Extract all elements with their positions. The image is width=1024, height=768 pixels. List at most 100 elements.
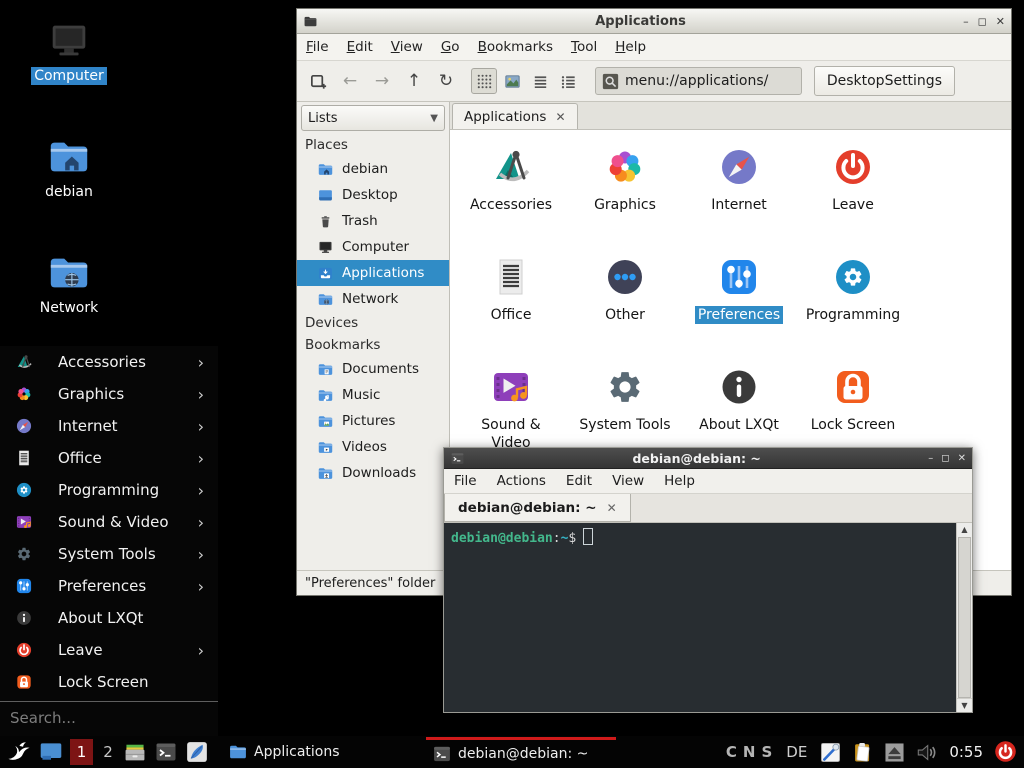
compact-view-button[interactable] [555, 68, 581, 94]
screenshot-icon[interactable] [819, 741, 842, 764]
scroll-down-icon[interactable]: ▼ [957, 698, 972, 712]
sidebar-item-pictures[interactable]: Pictures [297, 408, 449, 434]
app-category-preferences[interactable]: Preferences [682, 253, 796, 356]
menu-item-internet[interactable]: Internet› [0, 410, 218, 442]
menubar-item-tool[interactable]: Tool [562, 39, 606, 55]
app-category-programming[interactable]: Programming [796, 253, 910, 356]
quick-launch [123, 740, 209, 764]
task-button-debian-debian[interactable]: debian@debian: ~ [426, 737, 616, 768]
menu-item-programming[interactable]: Programming› [0, 474, 218, 506]
maximize-icon[interactable]: ◻ [941, 453, 949, 464]
sidebar-item-desktop[interactable]: Desktop [297, 182, 449, 208]
sidebar-item-applications[interactable]: Applications [297, 260, 449, 286]
desktop-icon-computer[interactable]: Computer [22, 18, 116, 85]
sidebar-item-computer[interactable]: Computer [297, 234, 449, 260]
close-icon[interactable]: ✕ [958, 453, 966, 464]
new-tab-button[interactable] [305, 68, 331, 94]
menu-item-graphics[interactable]: Graphics› [0, 378, 218, 410]
clipboard-icon[interactable] [851, 741, 874, 764]
app-category-leave[interactable]: Leave [796, 143, 910, 246]
app-category-label: Office [488, 306, 535, 324]
app-category-accessories[interactable]: Accessories [454, 143, 568, 246]
app-category-graphics[interactable]: Graphics [568, 143, 682, 246]
menubar-item-file[interactable]: File [297, 39, 338, 55]
file-manager-titlebar[interactable]: Applications –◻✕ [297, 9, 1011, 34]
menu-item-about-lxqt[interactable]: About LXQt [0, 602, 218, 634]
tab-applications[interactable]: Applications ✕ [452, 103, 578, 129]
scroll-up-icon[interactable]: ▲ [957, 523, 972, 536]
terminal-tab[interactable]: debian@debian: ~ ✕ [444, 494, 631, 522]
folder-network-icon [46, 250, 92, 296]
file-manager-launcher[interactable] [123, 740, 147, 764]
desktop-icon-network[interactable]: Network [22, 250, 116, 317]
task-button-applications[interactable]: Applications [222, 738, 412, 766]
terminal-launcher[interactable] [154, 740, 178, 764]
power-button[interactable] [994, 740, 1018, 764]
eject-icon[interactable] [883, 741, 906, 764]
app-category-internet[interactable]: Internet [682, 143, 796, 246]
menubar-item-bookmarks[interactable]: Bookmarks [469, 39, 562, 55]
terminal-menubar-item-help[interactable]: Help [654, 473, 705, 489]
app-category-other[interactable]: Other [568, 253, 682, 356]
terminal-menubar-item-edit[interactable]: Edit [556, 473, 602, 489]
close-icon[interactable]: ✕ [996, 16, 1005, 27]
sidebar-item-downloads[interactable]: Downloads [297, 460, 449, 486]
sidebar-item-network[interactable]: Network [297, 286, 449, 312]
menu-item-sound-video[interactable]: Sound & Video› [0, 506, 218, 538]
keyboard-layout[interactable]: DE [786, 743, 807, 761]
detailed-list-view-button[interactable] [527, 68, 553, 94]
menu-search-input[interactable] [0, 702, 218, 734]
menubar-item-edit[interactable]: Edit [338, 39, 382, 55]
sidebar-item-trash[interactable]: Trash [297, 208, 449, 234]
chevron-right-icon: › [198, 481, 208, 500]
terminal-menubar-item-file[interactable]: File [444, 473, 487, 489]
tab-close-icon[interactable]: ✕ [555, 110, 565, 124]
sidebar-item-videos[interactable]: Videos [297, 434, 449, 460]
menu-item-system-tools[interactable]: System Tools› [0, 538, 218, 570]
sidebar-item-debian[interactable]: debian [297, 156, 449, 182]
terminal-scrollbar[interactable]: ▲ ▼ [956, 523, 972, 712]
terminal-menubar-item-view[interactable]: View [602, 473, 654, 489]
workspace-2-button[interactable]: 2 [100, 743, 116, 761]
menu-item-leave[interactable]: Leave› [0, 634, 218, 666]
terminal-menubar-item-actions[interactable]: Actions [487, 473, 556, 489]
back-button[interactable]: ← [337, 68, 363, 94]
scrollbar-thumb[interactable] [958, 537, 971, 698]
workspace-1-button[interactable]: 1 [70, 739, 93, 765]
volume-icon[interactable] [915, 741, 938, 764]
app-category-office[interactable]: Office [454, 253, 568, 356]
chevron-right-icon: › [198, 417, 208, 436]
reload-button[interactable]: ↻ [433, 68, 459, 94]
minimize-icon[interactable]: – [928, 453, 933, 464]
menubar-item-help[interactable]: Help [606, 39, 655, 55]
menubar-item-view[interactable]: View [382, 39, 432, 55]
thumbnail-view-button[interactable] [499, 68, 525, 94]
clock[interactable]: 0:55 [949, 743, 983, 761]
desktop-icon-debian[interactable]: debian [22, 134, 116, 201]
featherpad-launcher[interactable] [185, 740, 209, 764]
path-bar[interactable]: menu://applications/ [595, 67, 802, 95]
menu-item-label: Lock Screen [58, 673, 208, 691]
menu-item-preferences[interactable]: Preferences› [0, 570, 218, 602]
maximize-icon[interactable]: ◻ [978, 16, 987, 27]
sidebar-item-music[interactable]: Music [297, 382, 449, 408]
applications-icon [317, 265, 334, 282]
task-label: Applications [254, 744, 340, 760]
icon-view-button[interactable] [471, 68, 497, 94]
app-category-label: Lock Screen [808, 416, 899, 434]
menubar-item-go[interactable]: Go [432, 39, 469, 55]
tab-close-icon[interactable]: ✕ [607, 501, 617, 515]
desktop-pager-icon[interactable] [39, 740, 63, 764]
lists-combobox[interactable]: Lists ▼ [301, 105, 445, 131]
menu-item-office[interactable]: Office› [0, 442, 218, 474]
terminal-screen[interactable]: debian@debian:~$ [444, 523, 956, 712]
desktop-settings-button[interactable]: DesktopSettings [814, 66, 955, 96]
minimize-icon[interactable]: – [963, 16, 969, 27]
terminal-titlebar[interactable]: debian@debian: ~ –◻✕ [444, 448, 972, 469]
forward-button[interactable]: → [369, 68, 395, 94]
up-button[interactable]: ↑ [401, 68, 427, 94]
main-menu-button[interactable] [6, 739, 32, 765]
menu-item-lock-screen[interactable]: Lock Screen [0, 666, 218, 698]
sidebar-item-documents[interactable]: Documents [297, 356, 449, 382]
menu-item-accessories[interactable]: Accessories› [0, 346, 218, 378]
